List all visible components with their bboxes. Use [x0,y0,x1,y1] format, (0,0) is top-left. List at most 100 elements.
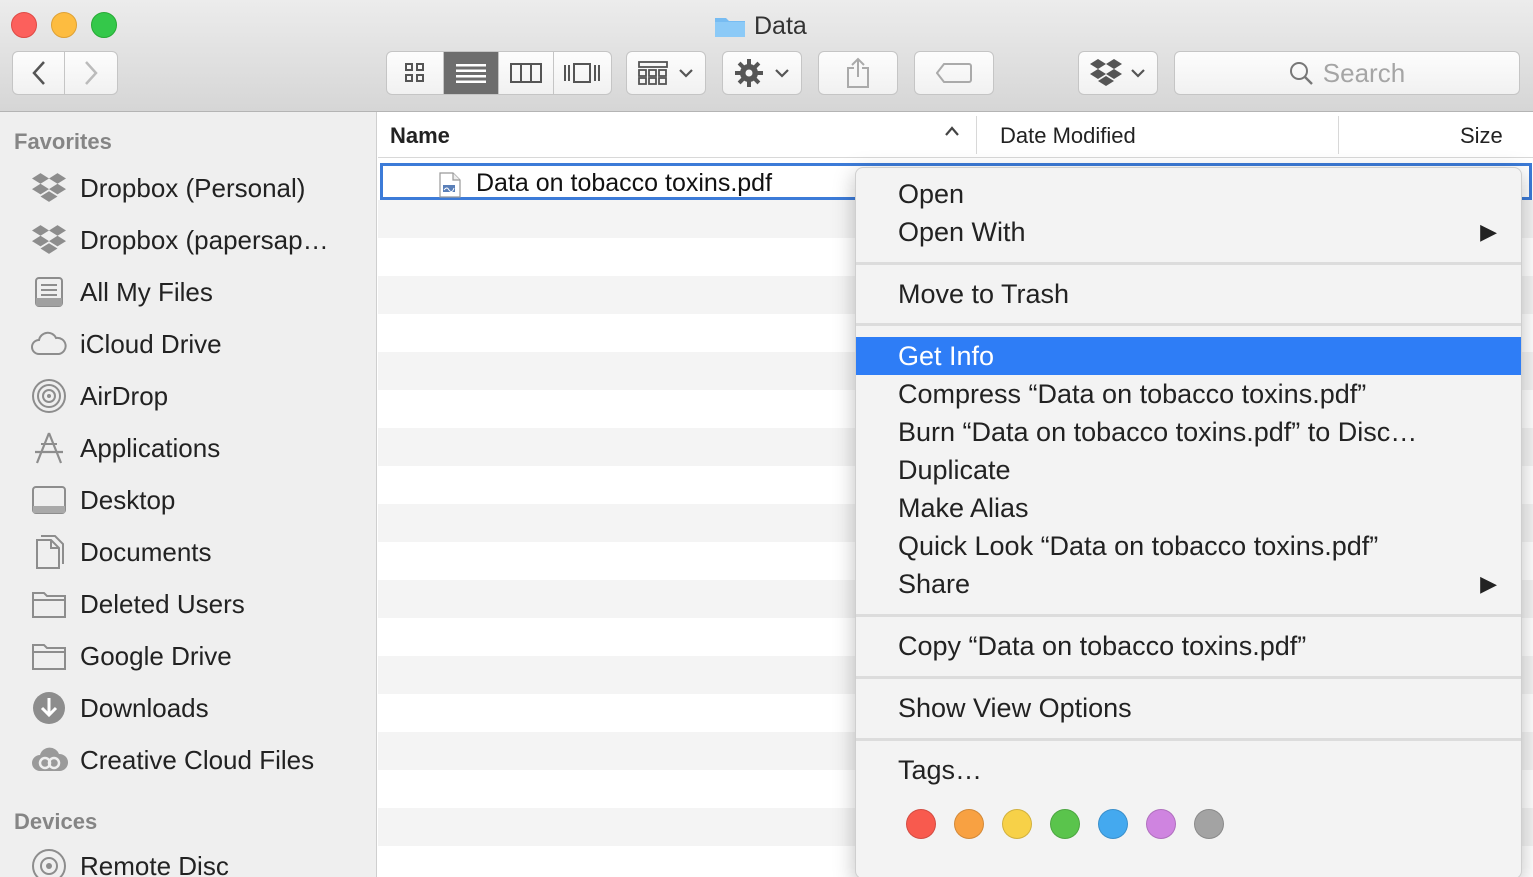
sidebar-item-label: Google Drive [80,640,232,671]
sidebar-item-applications[interactable]: Applications [30,428,220,468]
dropbox-icon [1090,59,1122,86]
gear-icon [735,59,763,87]
airdrop-icon [30,377,68,415]
dropbox-icon [30,169,68,207]
sidebar-item-label: Deleted Users [80,588,245,619]
column-header-name[interactable]: Name [390,123,450,149]
edit-tags-button[interactable] [914,51,994,95]
sidebar-item-label: Documents [80,536,212,567]
list-view-icon [456,64,487,83]
list-header: Name Date Modified Size [378,112,1533,158]
menu-item-get-info[interactable]: Get Info [856,337,1521,375]
window-title-text: Data [754,11,807,40]
sidebar-item-deleted-users[interactable]: Deleted Users [30,584,245,624]
menu-item-label: Open With [898,217,1026,247]
menu-separator [856,738,1521,741]
column-view-icon [509,63,542,83]
sort-ascending-icon [944,124,960,142]
sidebar-item-desktop[interactable]: Desktop [30,480,175,520]
menu-item-tags[interactable]: Tags… [856,751,1521,789]
sidebar-item-airdrop[interactable]: AirDrop [30,376,168,416]
zoom-window-button[interactable] [91,12,117,38]
chevron-left-icon [31,61,45,85]
minimize-window-button[interactable] [51,12,77,38]
sidebar-item-icloud-drive[interactable]: iCloud Drive [30,324,222,364]
menu-item-move-to-trash[interactable]: Move to Trash [856,275,1521,313]
share-icon [847,57,869,88]
column-divider[interactable] [976,116,977,154]
sidebar-item-all-my-files[interactable]: All My Files [30,272,213,312]
tag-color-dot[interactable] [954,809,984,839]
close-window-button[interactable] [11,12,37,38]
sidebar-item-label: Creative Cloud Files [80,744,315,775]
tag-icon [936,63,972,83]
chevron-down-icon [679,69,693,78]
submenu-arrow-icon: ▶ [1480,571,1497,596]
window-toolbar: Data Search [0,0,1533,112]
tag-color-dot[interactable] [1146,809,1176,839]
menu-item-open-with[interactable]: Open With ▶ [856,213,1521,251]
sidebar: Favorites Dropbox (Personal) Dropbox (pa… [0,112,377,877]
download-icon [30,689,68,727]
file-name: Data on tobacco toxins.pdf [476,169,773,197]
sidebar-item-label: Dropbox (papersap… [80,224,329,255]
arrange-button[interactable] [626,51,706,95]
sidebar-item-label: iCloud Drive [80,328,222,359]
cloud-icon [30,325,68,363]
folder-icon [30,585,68,623]
sidebar-item-label: All My Files [80,276,213,307]
favorites-heading: Favorites [14,129,112,154]
disc-icon [30,847,68,877]
arrange-grid-icon [638,61,668,85]
menu-item-duplicate[interactable]: Duplicate [856,451,1521,489]
tag-color-dot[interactable] [1098,809,1128,839]
column-header-date-modified[interactable]: Date Modified [1000,123,1136,149]
sidebar-item-google-drive[interactable]: Google Drive [30,636,232,676]
dropbox-menu-button[interactable] [1078,51,1158,95]
desktop-icon [30,481,68,519]
menu-item-make-alias[interactable]: Make Alias [856,489,1521,527]
menu-item-quick-look[interactable]: Quick Look “Data on tobacco toxins.pdf” [856,527,1521,565]
back-button[interactable] [13,52,66,94]
sidebar-item-documents[interactable]: Documents [30,532,212,572]
menu-item-share[interactable]: Share ▶ [856,565,1521,603]
column-view-button[interactable] [499,52,554,94]
chevron-right-icon [85,61,98,85]
sidebar-item-label: Downloads [80,692,209,723]
share-button[interactable] [818,51,898,95]
sidebar-item-creative-cloud-files[interactable]: Creative Cloud Files [30,740,314,780]
list-view-button[interactable] [444,52,499,94]
all-files-icon [30,273,68,311]
menu-item-open[interactable]: Open [856,175,1521,213]
search-field[interactable]: Search [1174,51,1520,95]
submenu-arrow-icon: ▶ [1480,219,1497,244]
forward-button[interactable] [65,52,117,94]
sidebar-item-remote-disc[interactable]: Remote Disc [30,846,229,877]
folder-icon [30,637,68,675]
icon-view-icon [405,63,425,82]
menu-item-burn-to-disc[interactable]: Burn “Data on tobacco toxins.pdf” to Dis… [856,413,1521,451]
search-icon [1289,62,1313,85]
chevron-down-icon [775,69,789,78]
tag-color-dot[interactable] [1050,809,1080,839]
document-icon [30,533,68,571]
tag-color-dot[interactable] [906,809,936,839]
column-divider[interactable] [1338,116,1339,154]
cover-flow-view-button[interactable] [554,52,611,94]
menu-item-copy[interactable]: Copy “Data on tobacco toxins.pdf” [856,627,1521,665]
tag-color-dot[interactable] [1194,809,1224,839]
tag-color-dot[interactable] [1002,809,1032,839]
column-header-size[interactable]: Size [1460,123,1503,149]
menu-item-compress[interactable]: Compress “Data on tobacco toxins.pdf” [856,375,1521,413]
icon-view-button[interactable] [387,52,445,94]
back-forward-buttons [12,51,118,95]
sidebar-item-dropbox-papersap[interactable]: Dropbox (papersap… [30,220,329,260]
sidebar-item-dropbox-personal[interactable]: Dropbox (Personal) [30,168,305,208]
menu-item-show-view-options[interactable]: Show View Options [856,689,1521,727]
action-button[interactable] [722,51,802,95]
window-title: Data [714,10,807,42]
sidebar-item-downloads[interactable]: Downloads [30,688,209,728]
dropbox-icon [30,221,68,259]
menu-separator [856,676,1521,679]
menu-separator [856,262,1521,265]
